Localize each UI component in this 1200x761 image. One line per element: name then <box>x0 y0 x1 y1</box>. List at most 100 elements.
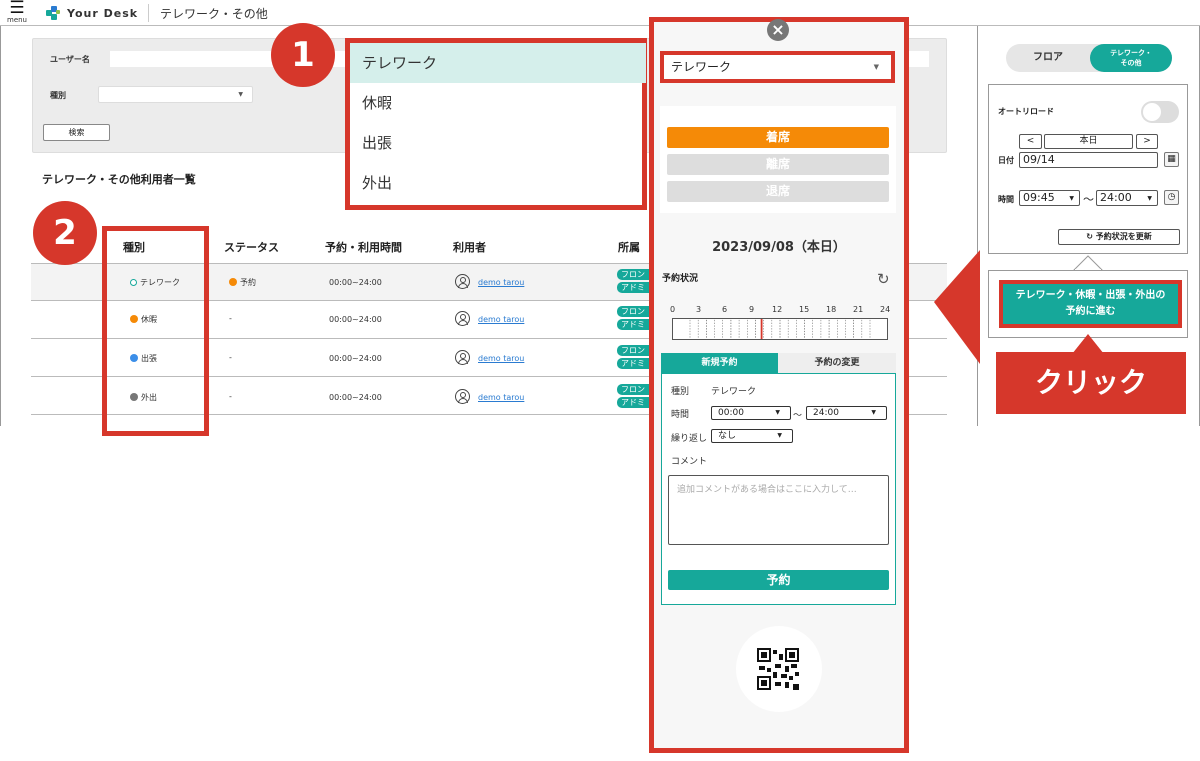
row-time: 00:00~24:00 <box>329 278 382 287</box>
auto-reload-toggle[interactable] <box>1141 101 1179 123</box>
reservation-tabs: 新規予約 予約の変更 <box>661 353 896 373</box>
type-dropdown: テレワーク 休暇 出張 外出 <box>345 38 647 210</box>
user-icon <box>455 350 470 365</box>
list-title: テレワーク・その他利用者一覧 <box>42 173 196 186</box>
row-status: 予約 <box>240 278 256 287</box>
away-button[interactable]: 離席 <box>667 154 889 175</box>
form-type-value: テレワーク <box>711 387 757 397</box>
form-repeat-label: 繰り返し <box>671 434 708 444</box>
reservation-status-label: 予約状況 <box>662 274 699 284</box>
next-day-button[interactable]: > <box>1136 134 1158 149</box>
callout-badge-1: 1 <box>271 23 335 87</box>
form-type-label: 種別 <box>671 387 690 397</box>
page-title: テレワーク・その他 <box>160 7 268 21</box>
calendar-icon[interactable]: ▦ <box>1164 152 1179 167</box>
click-callout: クリック <box>996 352 1186 414</box>
date-input[interactable]: 09/14 <box>1019 152 1158 168</box>
sidebar-divider <box>977 26 978 426</box>
toggle-telework-line2: その他 <box>1120 59 1142 67</box>
logo[interactable]: Your Desk <box>46 5 138 21</box>
department-tag: フロン <box>617 384 649 395</box>
qr-code-icon <box>757 648 799 690</box>
user-link[interactable]: demo tarou <box>478 354 524 363</box>
proceed-reservation-button[interactable]: テレワーク・休暇・出張・外出の 予約に進む <box>999 280 1182 328</box>
column-header-time: 予約・利用時間 <box>325 241 402 254</box>
timeline-tick: 24 <box>880 305 891 314</box>
form-time-end: 24:00 <box>813 408 839 418</box>
reserve-button[interactable]: 予約 <box>668 570 889 590</box>
user-icon <box>455 311 470 326</box>
username-label: ユーザー名 <box>50 55 90 64</box>
department-tag: アドミ <box>617 282 649 293</box>
form-time-end-select[interactable]: 24:00 ▼ <box>806 406 887 420</box>
toggle-floor[interactable]: フロア <box>1006 44 1090 72</box>
chevron-down-icon: ▼ <box>777 432 782 439</box>
tooltip-pointer <box>1073 255 1103 271</box>
view-toggle: フロア テレワーク・ その他 <box>1006 44 1172 72</box>
column-header-status: ステータス <box>224 241 279 254</box>
dropdown-option-business-trip[interactable]: 出張 <box>350 123 646 163</box>
department-tag: フロン <box>617 306 649 317</box>
row-time: 00:00~24:00 <box>329 354 382 363</box>
tab-change-reservation[interactable]: 予約の変更 <box>778 353 896 373</box>
comment-textarea[interactable]: 追加コメントがある場合はここに入力して… <box>668 475 889 545</box>
close-icon[interactable]: × <box>767 19 789 41</box>
clock-icon[interactable]: ◷ <box>1164 190 1179 205</box>
callout-arrow-up <box>1072 334 1104 354</box>
user-icon <box>455 389 470 404</box>
dropdown-option-going-out[interactable]: 外出 <box>350 163 646 203</box>
seated-button[interactable]: 着席 <box>667 127 889 148</box>
type-select[interactable]: ▼ <box>98 86 253 103</box>
type-column-highlight <box>102 226 209 436</box>
tab-new-reservation[interactable]: 新規予約 <box>661 353 778 373</box>
user-link[interactable]: demo tarou <box>478 315 524 324</box>
department-tag: アドミ <box>617 319 649 330</box>
proceed-line1: テレワーク・休暇・出張・外出の <box>1015 290 1166 301</box>
hamburger-icon: ☰ <box>9 0 25 18</box>
department-tags: フロン アドミ <box>617 306 649 334</box>
department-tags: フロン アドミ <box>617 384 649 412</box>
panel-date: 2023/09/08（本日） <box>712 240 846 255</box>
chevron-down-icon: ▼ <box>775 409 780 416</box>
timeline-tick: 18 <box>826 305 837 314</box>
time-end-select[interactable]: 24:00 ▼ <box>1096 190 1158 206</box>
row-status: - <box>229 353 232 362</box>
department-tags: フロン アドミ <box>617 345 649 373</box>
user-link[interactable]: demo tarou <box>478 278 524 287</box>
today-button[interactable]: 本日 <box>1044 134 1133 149</box>
leave-button[interactable]: 退席 <box>667 181 889 202</box>
chevron-down-icon: ▼ <box>1069 195 1074 202</box>
update-status-button[interactable]: ↻ 予約状況を更新 <box>1058 229 1180 245</box>
proceed-line2: 予約に進む <box>1065 306 1116 317</box>
form-time-start-select[interactable]: 00:00 ▼ <box>711 406 791 420</box>
refresh-icon[interactable]: ↻ <box>877 272 890 287</box>
refresh-icon: ↻ <box>1086 232 1096 241</box>
time-start-value: 09:45 <box>1023 191 1055 204</box>
dropdown-option-telework[interactable]: テレワーク <box>350 43 646 83</box>
panel-type-select[interactable]: テレワーク ▼ <box>660 51 895 83</box>
time-separator: ～ <box>1083 193 1094 206</box>
row-time: 00:00~24:00 <box>329 315 382 324</box>
panel-type-value: テレワーク <box>671 60 732 74</box>
search-button[interactable]: 検索 <box>43 124 110 141</box>
logo-icon <box>46 5 61 21</box>
time-label: 時間 <box>998 195 1014 204</box>
timeline-tick: 9 <box>749 305 755 314</box>
row-status: - <box>229 314 232 323</box>
dropdown-option-vacation[interactable]: 休暇 <box>350 83 646 123</box>
time-start-select[interactable]: 09:45 ▼ <box>1019 190 1080 206</box>
user-link[interactable]: demo tarou <box>478 393 524 402</box>
form-repeat-select[interactable]: なし ▼ <box>711 429 793 443</box>
logo-text: Your Desk <box>67 6 139 20</box>
chevron-down-icon: ▼ <box>873 63 879 71</box>
row-time: 00:00~24:00 <box>329 393 382 402</box>
prev-day-button[interactable]: < <box>1019 134 1042 149</box>
menu-label: menu <box>7 16 27 24</box>
date-label: 日付 <box>998 156 1014 165</box>
column-header-department: 所属 <box>618 241 640 254</box>
callout-badge-2: 2 <box>33 201 97 265</box>
toggle-telework[interactable]: テレワーク・ その他 <box>1090 44 1172 72</box>
callout-arrow-left <box>934 250 980 364</box>
menu-button[interactable]: ☰ menu <box>4 0 30 26</box>
user-icon <box>455 274 470 289</box>
